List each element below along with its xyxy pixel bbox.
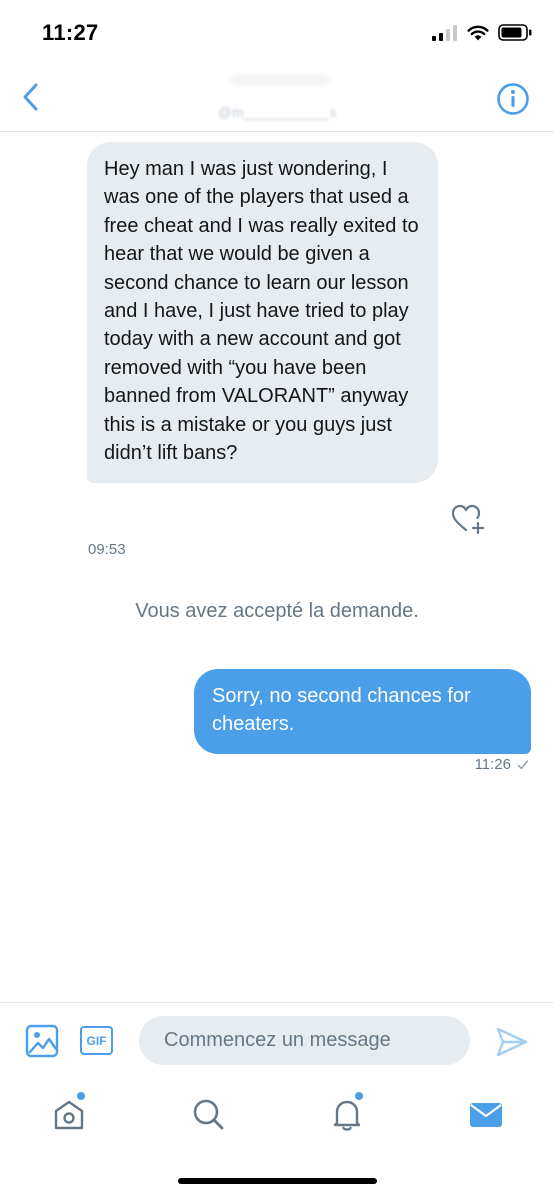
gif-button[interactable]: GIF (80, 1026, 113, 1055)
conversation-header: @m___________s (0, 70, 554, 132)
send-icon (496, 1027, 528, 1057)
request-accepted-notice: Vous avez accepté la demande. (135, 600, 419, 622)
home-icon (54, 1100, 84, 1130)
outgoing-message-timestamp: 11:26 (474, 756, 511, 773)
contact-handle: @m___________s (217, 104, 337, 120)
outgoing-message-bubble[interactable]: Sorry, no second chances for cheaters. (194, 669, 531, 754)
info-button[interactable] (496, 82, 530, 116)
sent-check-icon (517, 759, 529, 769)
heart-plus-icon (451, 504, 485, 535)
incoming-message-timestamp: 09:53 (88, 541, 126, 558)
tab-notifications[interactable] (327, 1092, 367, 1134)
contact-name-redacted (230, 74, 330, 86)
wifi-icon (467, 25, 489, 40)
info-icon (497, 83, 529, 115)
home-indicator[interactable] (178, 1178, 377, 1184)
tab-bar (0, 1078, 554, 1199)
message-input[interactable] (139, 1016, 470, 1065)
tab-home[interactable] (49, 1092, 89, 1134)
outgoing-message-status: 11:26 (475, 756, 529, 773)
home-notification-dot (77, 1092, 85, 1100)
incoming-message-bubble[interactable]: Hey man I was just wondering, I was one … (87, 142, 438, 484)
tab-search[interactable] (188, 1094, 228, 1134)
image-icon (25, 1024, 59, 1058)
search-icon (193, 1099, 224, 1130)
message-composer: GIF (0, 1002, 554, 1076)
status-icons (432, 24, 532, 41)
battery-icon (498, 24, 532, 41)
send-button[interactable] (495, 1026, 529, 1058)
status-bar: 11:27 (0, 0, 554, 70)
add-photo-button[interactable] (25, 1024, 59, 1058)
notifications-icon (333, 1100, 361, 1131)
tab-messages[interactable] (466, 1094, 506, 1134)
messages-icon (470, 1103, 502, 1127)
like-message-button[interactable] (450, 502, 486, 536)
cellular-signal-icon (432, 24, 457, 41)
notifications-dot (355, 1092, 363, 1100)
status-time: 11:27 (42, 20, 99, 45)
